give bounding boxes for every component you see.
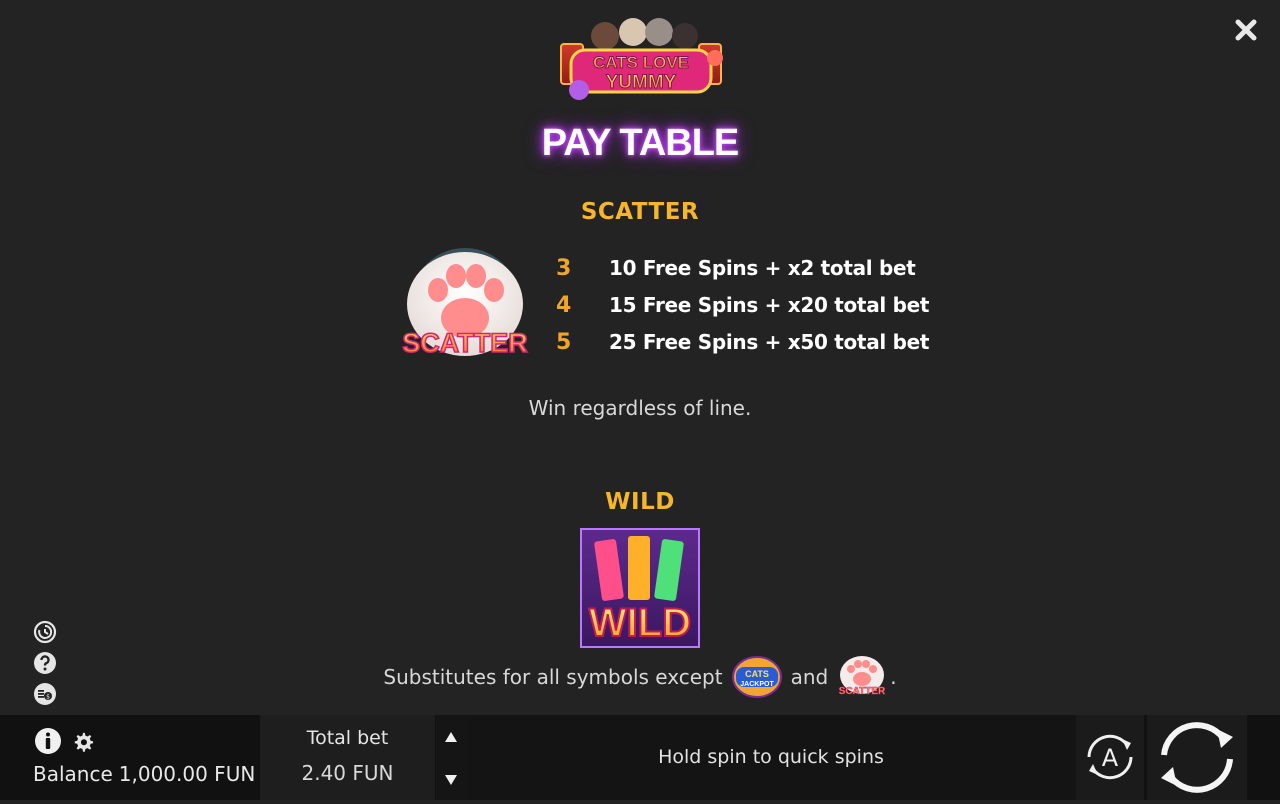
total-bet-panel: Total bet 2.40 FUN <box>260 715 435 800</box>
wild-symbol-icon: WILD <box>580 528 700 648</box>
scatter-mini-icon: SCATTER <box>836 655 888 699</box>
close-icon <box>1235 19 1257 41</box>
bottom-bar: Balance 1,000.00 FUN Total bet 2.40 FUN H… <box>0 715 1280 800</box>
svg-text:WILD: WILD <box>589 601 691 645</box>
settings-button[interactable] <box>72 731 94 753</box>
scatter-payout-row: 5 25 Free Spins + x50 total bet <box>556 325 929 359</box>
scatter-symbol-icon: SCATTER <box>398 246 532 372</box>
svg-text:CATS: CATS <box>745 669 769 679</box>
info-icon <box>35 728 61 754</box>
bet-settings-button[interactable]: $ <box>33 682 57 706</box>
bet-decrease-button[interactable] <box>444 772 458 786</box>
total-bet-value: 2.40 FUN <box>301 761 394 785</box>
history-icon <box>33 620 57 644</box>
svg-text:SCATTER: SCATTER <box>402 328 528 358</box>
help-button[interactable] <box>33 651 57 675</box>
balance-label: Balance <box>33 762 113 786</box>
payout-count: 5 <box>556 329 572 355</box>
balance-display: Balance 1,000.00 FUN <box>33 762 261 786</box>
spin-icon <box>1161 722 1233 793</box>
balance-value: 1,000.00 FUN <box>118 762 256 786</box>
status-message: Hold spin to quick spins <box>658 746 884 768</box>
bet-stepper <box>436 715 466 800</box>
info-button[interactable] <box>34 727 62 755</box>
side-toolbar: $ <box>33 620 59 713</box>
svg-text:A: A <box>1102 744 1119 772</box>
autoplay-button[interactable]: A <box>1076 715 1144 800</box>
svg-text:$: $ <box>46 694 50 701</box>
wild-description-and: and <box>790 665 829 689</box>
game-logo: CATS LOVE YUMMY <box>553 14 729 104</box>
svg-text:SCATTER: SCATTER <box>839 686 886 697</box>
payout-count: 4 <box>556 292 572 318</box>
payout-description: 25 Free Spins + x50 total bet <box>609 330 930 354</box>
close-button[interactable] <box>1230 14 1262 46</box>
payout-description: 10 Free Spins + x2 total bet <box>609 256 916 280</box>
payout-description: 15 Free Spins + x20 total bet <box>609 293 930 317</box>
scatter-payout-row: 3 10 Free Spins + x2 total bet <box>556 251 916 285</box>
arrow-down-icon <box>445 775 457 785</box>
wild-heading: WILD <box>605 489 675 515</box>
spin-button[interactable] <box>1147 715 1247 800</box>
wild-description: Substitutes for all symbols except CATS … <box>0 655 1280 699</box>
jackpot-symbol-icon: CATS JACKPOT <box>731 655 783 699</box>
svg-text:JACKPOT: JACKPOT <box>740 681 774 688</box>
bet-increase-button[interactable] <box>444 729 458 743</box>
total-bet-label: Total bet <box>306 727 389 749</box>
scatter-note: Win regardless of line. <box>528 396 752 420</box>
payout-count: 3 <box>556 255 572 281</box>
svg-text:YUMMY: YUMMY <box>606 72 677 93</box>
gear-icon <box>74 732 94 752</box>
message-panel: Hold spin to quick spins <box>466 715 1076 800</box>
history-button[interactable] <box>33 620 57 644</box>
help-icon <box>34 652 56 674</box>
page-title: PAY TABLE <box>541 122 740 164</box>
svg-text:CATS LOVE: CATS LOVE <box>593 53 689 72</box>
wild-description-suffix: . <box>890 665 897 689</box>
coin-bag-icon: $ <box>34 683 56 705</box>
wild-description-prefix: Substitutes for all symbols except <box>383 665 723 689</box>
autoplay-icon: A <box>1087 734 1133 780</box>
scatter-heading: SCATTER <box>580 199 700 225</box>
arrow-up-icon <box>445 732 457 742</box>
scatter-payout-row: 4 15 Free Spins + x20 total bet <box>556 288 929 322</box>
